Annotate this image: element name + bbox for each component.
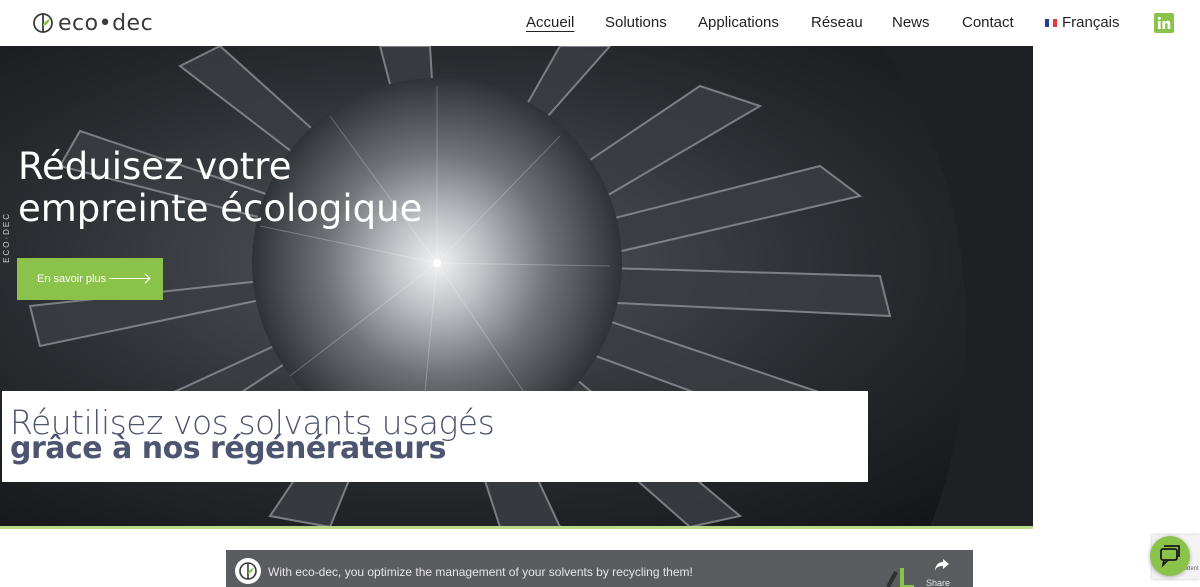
french-flag-icon <box>1045 18 1057 27</box>
learn-more-label: En savoir plus <box>37 273 107 285</box>
channel-logo-icon[interactable] <box>235 558 261 584</box>
side-vertical-label: ECO·DEC <box>2 212 11 263</box>
eco-dec-logo-icon <box>33 13 53 33</box>
nav-reseau[interactable]: Réseau <box>811 14 863 31</box>
site-header: eco•dec Accueil Solutions Applications R… <box>0 0 1200 46</box>
tagline-banner: Réutilisez vos solvants usagés grâce à n… <box>2 391 868 482</box>
chat-button[interactable] <box>1150 536 1190 576</box>
hero-title-line2: empreinte écologique <box>18 187 423 230</box>
banner-line2: grâce à nos régénérateurs <box>10 431 446 466</box>
arrow-right-icon <box>109 278 149 279</box>
linkedin-glyph <box>1157 16 1171 29</box>
share-label[interactable]: Share <box>926 578 950 587</box>
linkedin-icon[interactable] <box>1154 13 1174 33</box>
divider <box>0 526 1033 529</box>
logo-text: eco•dec <box>58 10 154 36</box>
logo[interactable]: eco•dec <box>32 9 153 37</box>
nav-solutions[interactable]: Solutions <box>605 14 667 31</box>
chat-bubble-icon <box>1160 545 1180 568</box>
nav-news[interactable]: News <box>892 14 930 31</box>
nav-accueil[interactable]: Accueil <box>526 14 574 31</box>
share-icon[interactable] <box>934 558 950 572</box>
channel-logo-glyph <box>239 562 257 580</box>
language-selector[interactable]: Français <box>1045 14 1120 31</box>
learn-more-button[interactable]: En savoir plus <box>17 258 163 300</box>
nav-contact[interactable]: Contact <box>962 14 1014 31</box>
video-title[interactable]: With eco-dec, you optimize the managemen… <box>268 565 693 579</box>
hero-title-line1: Réduisez votre <box>18 145 292 188</box>
video-player[interactable]: With eco-dec, you optimize the managemen… <box>226 550 973 587</box>
nav-applications[interactable]: Applications <box>698 14 779 31</box>
video-thumbnail-logo-icon <box>886 568 914 587</box>
hero-title: Réduisez votre empreinte écologique <box>18 146 422 230</box>
language-label: Français <box>1062 14 1120 31</box>
